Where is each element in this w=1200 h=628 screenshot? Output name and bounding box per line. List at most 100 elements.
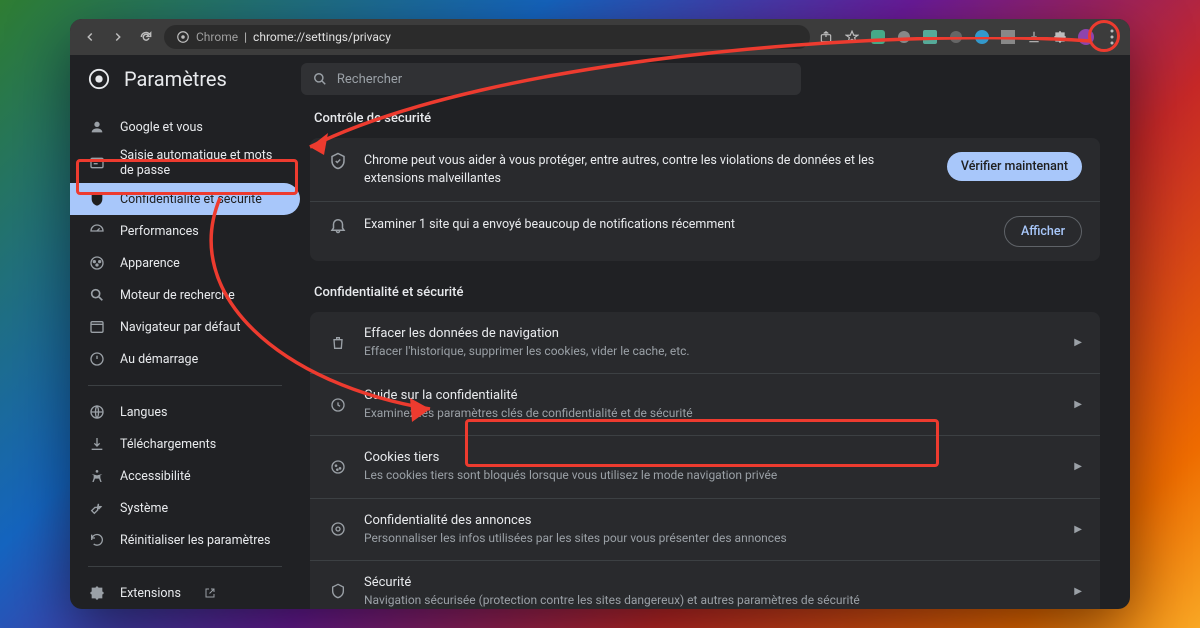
compass-icon: [328, 397, 348, 413]
forward-button[interactable]: [108, 27, 128, 47]
browser-toolbar: Chrome | chrome://settings/privacy: [70, 19, 1130, 55]
sidebar-item-label: Au démarrage: [120, 352, 198, 367]
ext4-icon[interactable]: [948, 29, 964, 45]
chevron-right-icon: ▶: [1074, 524, 1082, 535]
safety-row-notifications: Examiner 1 site qui a envoyé beaucoup de…: [310, 202, 1100, 261]
ads-icon: [328, 521, 348, 537]
row-sub: Personnaliser les infos utilisées par le…: [364, 530, 1058, 546]
chrome-icon: [176, 30, 190, 44]
sidebar-item-label: Confidentialité et sécurité: [120, 192, 262, 207]
palette-icon: [88, 255, 106, 271]
chevron-right-icon: ▶: [1074, 586, 1082, 597]
wrench-icon: [88, 500, 106, 516]
reload-button[interactable]: [136, 27, 156, 47]
back-button[interactable]: [80, 27, 100, 47]
ext5-icon[interactable]: [974, 29, 990, 45]
chevron-right-icon: ▶: [1074, 461, 1082, 472]
browser-window: Chrome | chrome://settings/privacy Param…: [70, 19, 1130, 609]
sidebar-item-search[interactable]: Moteur de recherche: [70, 279, 300, 311]
person-icon: [88, 119, 106, 135]
search-icon: [313, 72, 327, 86]
more-menu-icon[interactable]: [1104, 29, 1120, 45]
reset-icon: [88, 532, 106, 548]
row-security[interactable]: Sécurité Navigation sécurisée (protection…: [310, 561, 1100, 609]
chevron-right-icon: ▶: [1074, 399, 1082, 410]
sidebar-divider: [88, 385, 282, 386]
open-icon: [201, 587, 219, 599]
sidebar-item-a11y[interactable]: Accessibilité: [70, 460, 300, 492]
sidebar-item-label: Accessibilité: [120, 469, 191, 484]
safety-check-card: Chrome peut vous aider à vous protéger, …: [310, 138, 1100, 261]
autofill-icon: [88, 155, 106, 171]
sidebar-item-google[interactable]: Google et vous: [70, 111, 300, 143]
row-sub: Effacer l'historique, supprimer les cook…: [364, 343, 1058, 359]
sidebar-item-label: Navigateur par défaut: [120, 320, 240, 335]
power-icon: [88, 351, 106, 367]
sidebar-item-label: Moteur de recherche: [120, 288, 235, 303]
chrome-logo-icon: [88, 68, 110, 90]
sidebar-item-extensions[interactable]: Extensions: [70, 577, 300, 609]
puzzle-icon[interactable]: [1052, 29, 1068, 45]
sidebar-item-label: Google et vous: [120, 120, 203, 135]
settings-search[interactable]: Rechercher: [301, 63, 801, 95]
sidebar-item-label: Apparence: [120, 256, 180, 271]
sidebar-item-system[interactable]: Système: [70, 492, 300, 524]
ext1-icon[interactable]: [870, 29, 886, 45]
sidebar-item-languages[interactable]: Langues: [70, 396, 300, 428]
sidebar-item-privacy[interactable]: Confidentialité et sécurité: [70, 183, 300, 215]
trash-icon: [328, 335, 348, 351]
row-privacy-guide[interactable]: Guide sur la confidentialité Examinez les…: [310, 374, 1100, 436]
ext3-icon[interactable]: [922, 29, 938, 45]
window-icon: [88, 319, 106, 335]
privacy-card: Effacer les données de navigation Effacer…: [310, 312, 1100, 609]
url-text: chrome://settings/privacy: [253, 30, 391, 44]
row-sub: Examinez les paramètres clés de confiden…: [364, 405, 1058, 421]
sidebar-item-performance[interactable]: Performances: [70, 215, 300, 247]
sidebar-item-autofill[interactable]: Saisie automatique et mots de passe: [70, 143, 300, 183]
a11y-icon: [88, 468, 106, 484]
search-placeholder: Rechercher: [337, 72, 402, 87]
row-title: Cookies tiers: [364, 450, 1058, 465]
safety-row-text: Examiner 1 site qui a envoyé beaucoup de…: [364, 216, 988, 234]
verify-now-button[interactable]: Vérifier maintenant: [947, 152, 1082, 181]
search-icon: [88, 287, 106, 303]
sidebar-item-label: Langues: [120, 405, 167, 420]
ext2-icon[interactable]: [896, 29, 912, 45]
sidebar-item-appearance[interactable]: Apparence: [70, 247, 300, 279]
safety-row-text: Chrome peut vous aider à vous protéger, …: [364, 152, 931, 187]
sidebar-item-label: Extensions: [120, 586, 181, 601]
share-icon[interactable]: [818, 29, 834, 45]
download-icon[interactable]: [1026, 29, 1042, 45]
avatar-icon[interactable]: [1078, 29, 1094, 45]
ext6-icon[interactable]: [1000, 29, 1016, 45]
sidebar-item-label: Saisie automatique et mots de passe: [120, 148, 282, 178]
sidebar-item-downloads[interactable]: Téléchargements: [70, 428, 300, 460]
toolbar-right: [818, 29, 1120, 45]
row-title: Sécurité: [364, 575, 1058, 590]
settings-main: Contrôle de sécurité Chrome peut vous ai…: [300, 103, 1130, 609]
shield-check-icon: [328, 152, 348, 170]
sidebar-item-label: Système: [120, 501, 168, 516]
star-icon[interactable]: [844, 29, 860, 45]
section-title-privacy: Confidentialité et sécurité: [314, 285, 1100, 300]
bell-icon: [328, 216, 348, 234]
url-bar[interactable]: Chrome | chrome://settings/privacy: [164, 25, 810, 49]
sidebar-item-default[interactable]: Navigateur par défaut: [70, 311, 300, 343]
show-button[interactable]: Afficher: [1004, 216, 1082, 247]
sidebar-item-startup[interactable]: Au démarrage: [70, 343, 300, 375]
settings-sidebar: Google et vous Saisie automatique et mot…: [70, 103, 300, 609]
sidebar-item-reset[interactable]: Réinitialiser les paramètres: [70, 524, 300, 556]
security-icon: [328, 583, 348, 599]
url-proto: Chrome: [196, 30, 238, 44]
row-title: Effacer les données de navigation: [364, 326, 1058, 341]
row-sub: Navigation sécurisée (protection contre …: [364, 592, 1058, 608]
row-ad-privacy[interactable]: Confidentialité des annoncesPersonnalise…: [310, 499, 1100, 561]
row-sub: Les cookies tiers sont bloqués lorsque v…: [364, 467, 1058, 483]
row-cookies[interactable]: Cookies tiers Les cookies tiers sont bloq…: [310, 436, 1100, 498]
globe-icon: [88, 404, 106, 420]
row-clear-data[interactable]: Effacer les données de navigation Effacer…: [310, 312, 1100, 374]
download-icon: [88, 436, 106, 452]
shield-icon: [88, 191, 106, 207]
row-title: Guide sur la confidentialité: [364, 388, 1058, 403]
cookie-icon: [328, 459, 348, 475]
